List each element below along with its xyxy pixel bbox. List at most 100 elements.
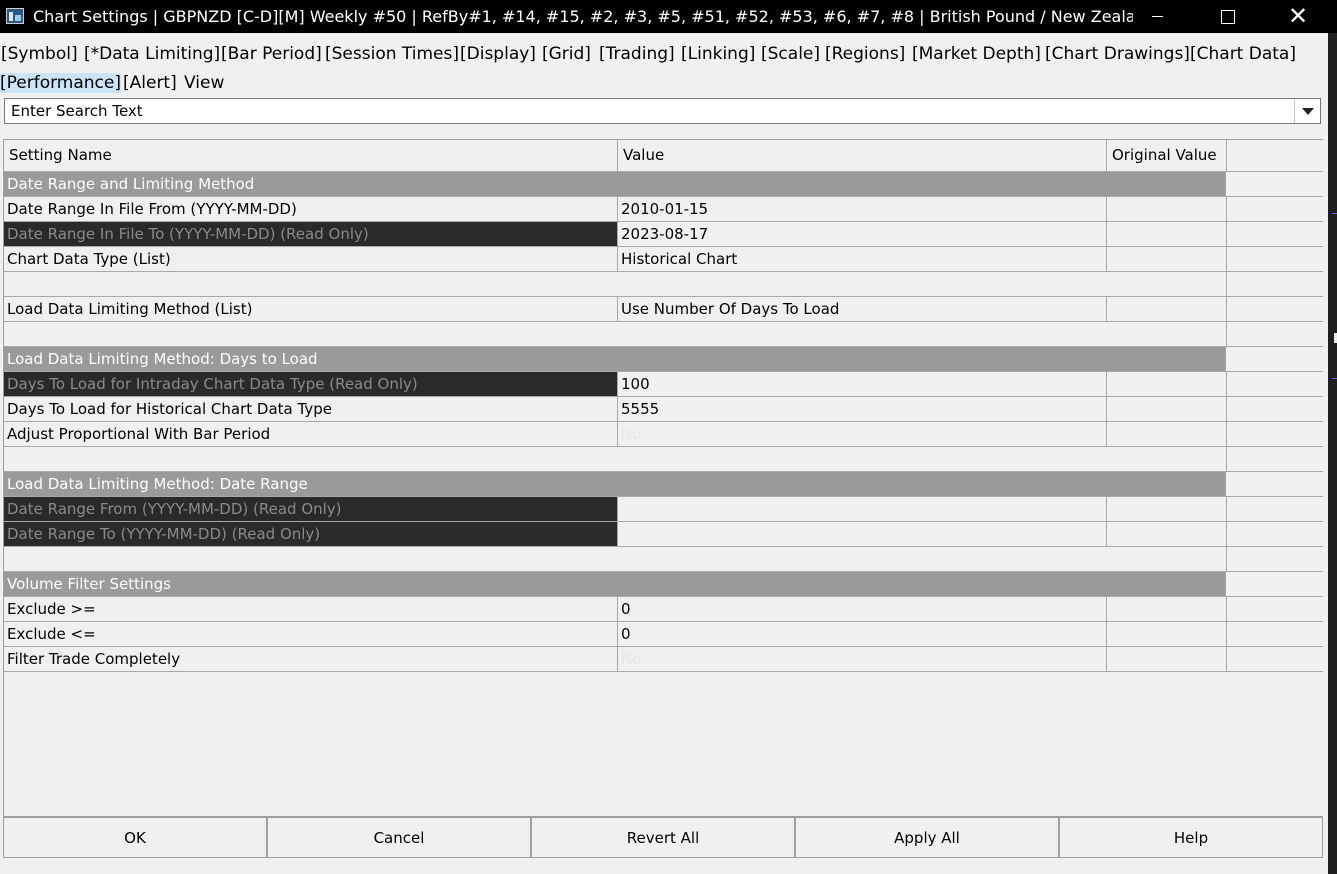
settings-tab-bar: [Symbol] [*Data Limiting] [Bar Period] [… — [0, 40, 1337, 100]
empty-cell — [618, 322, 1107, 346]
maximize-icon — [1221, 10, 1235, 24]
extra-cell — [1227, 297, 1323, 321]
empty-cell — [1227, 272, 1323, 296]
setting-row: Chart Data Type (List) Historical Chart — [4, 247, 1323, 272]
tab-data-limiting[interactable]: [*Data Limiting] — [84, 44, 220, 64]
search-dropdown-button[interactable] — [1294, 99, 1320, 123]
extra-cell — [1227, 347, 1323, 371]
blank-row — [4, 272, 1323, 297]
setting-name[interactable]: Chart Data Type (List) — [4, 247, 618, 271]
tab-display[interactable]: [Display] — [460, 44, 536, 64]
setting-value[interactable]: No — [618, 647, 1107, 671]
setting-row: Filter Trade Completely No — [4, 647, 1323, 672]
section-title[interactable]: Volume Filter Settings — [4, 572, 1226, 596]
background-window-edge — [1328, 33, 1337, 874]
setting-value[interactable]: 2010-01-15 — [618, 197, 1107, 221]
tab-bar-period[interactable]: [Bar Period] — [221, 44, 322, 64]
setting-value[interactable]: 5555 — [618, 397, 1107, 421]
setting-value — [618, 497, 1107, 521]
grid-header: Setting Name Value Original Value — [4, 140, 1323, 172]
extra-cell — [1227, 522, 1323, 546]
empty-cell — [4, 272, 618, 296]
setting-value[interactable]: 0 — [618, 597, 1107, 621]
empty-cell — [1107, 322, 1227, 346]
setting-name[interactable]: Exclude <= — [4, 622, 618, 646]
tab-grid[interactable]: [Grid] — [542, 44, 591, 64]
setting-value — [618, 522, 1107, 546]
setting-value[interactable]: No — [618, 422, 1107, 446]
empty-cell — [1107, 272, 1227, 296]
setting-row: Days To Load for Historical Chart Data T… — [4, 397, 1323, 422]
help-button[interactable]: Help — [1059, 817, 1323, 858]
empty-cell — [1227, 447, 1323, 471]
original-value — [1107, 522, 1227, 546]
section-header: Load Data Limiting Method: Date Range — [4, 472, 1323, 497]
app-icon — [6, 8, 24, 24]
title-bar[interactable]: Chart Settings | GBPNZD [C-D][M] Weekly … — [0, 0, 1337, 33]
tab-scale[interactable]: [Scale] — [761, 44, 820, 64]
setting-name[interactable]: Date Range From (YYYY-MM-DD) (Read Only) — [4, 497, 618, 521]
search-input[interactable] — [5, 99, 1295, 123]
button-bar: OK Cancel Revert All Apply All Help — [3, 817, 1323, 858]
tab-regions[interactable]: [Regions] — [825, 44, 905, 64]
extra-cell — [1227, 597, 1323, 621]
section-title[interactable]: Load Data Limiting Method: Days to Load — [4, 347, 1226, 371]
tab-linking[interactable]: [Linking] — [681, 44, 755, 64]
revert-all-button[interactable]: Revert All — [531, 817, 795, 858]
tab-session-times[interactable]: [Session Times] — [325, 44, 459, 64]
setting-value[interactable]: 0 — [618, 622, 1107, 646]
section-title[interactable]: Date Range and Limiting Method — [4, 172, 1226, 196]
setting-name[interactable]: Load Data Limiting Method (List) — [4, 297, 618, 321]
setting-name[interactable]: Days To Load for Intraday Chart Data Typ… — [4, 372, 618, 396]
tab-performance[interactable]: [Performance] — [0, 73, 121, 93]
setting-row: Adjust Proportional With Bar Period No — [4, 422, 1323, 447]
setting-value[interactable]: Use Number Of Days To Load — [618, 297, 1107, 321]
empty-cell — [618, 447, 1107, 471]
header-setting-name[interactable]: Setting Name — [4, 140, 618, 171]
tab-alert[interactable]: [Alert] — [123, 73, 177, 93]
close-button[interactable]: ✕ — [1275, 0, 1321, 33]
minimize-icon — [1152, 16, 1163, 17]
extra-cell — [1227, 222, 1323, 246]
setting-name[interactable]: Date Range In File To (YYYY-MM-DD) (Read… — [4, 222, 618, 246]
header-original-value[interactable]: Original Value — [1107, 140, 1227, 171]
tab-trading[interactable]: [Trading] — [599, 44, 675, 64]
setting-value: 100 — [618, 372, 1107, 396]
setting-name[interactable]: Days To Load for Historical Chart Data T… — [4, 397, 618, 421]
blank-row — [4, 547, 1323, 572]
header-value[interactable]: Value — [618, 140, 1107, 171]
minimize-button[interactable] — [1135, 0, 1181, 33]
setting-value: 2023-08-17 — [618, 222, 1107, 246]
empty-cell — [618, 547, 1107, 571]
setting-value[interactable]: Historical Chart — [618, 247, 1107, 271]
setting-name[interactable]: Adjust Proportional With Bar Period — [4, 422, 618, 446]
empty-cell — [4, 447, 618, 471]
section-header: Load Data Limiting Method: Days to Load — [4, 347, 1323, 372]
extra-cell — [1227, 622, 1323, 646]
blank-row — [4, 447, 1323, 472]
setting-name[interactable]: Exclude >= — [4, 597, 618, 621]
setting-name[interactable]: Date Range In File From (YYYY-MM-DD) — [4, 197, 618, 221]
extra-cell — [1227, 647, 1323, 671]
tab-chart-data[interactable]: [Chart Data] — [1190, 44, 1296, 64]
tab-market-depth[interactable]: [Market Depth] — [912, 44, 1041, 64]
cancel-button[interactable]: Cancel — [267, 817, 531, 858]
setting-name[interactable]: Filter Trade Completely — [4, 647, 618, 671]
tab-symbol[interactable]: [Symbol] — [1, 44, 78, 64]
apply-all-button[interactable]: Apply All — [795, 817, 1059, 858]
maximize-button[interactable] — [1205, 0, 1251, 33]
setting-name[interactable]: Date Range To (YYYY-MM-DD) (Read Only) — [4, 522, 618, 546]
original-value — [1107, 422, 1227, 446]
tab-chart-drawings[interactable]: [Chart Drawings] — [1045, 44, 1190, 64]
dialog-client-area: [Symbol] [*Data Limiting] [Bar Period] [… — [0, 33, 1337, 874]
setting-row: Date Range To (YYYY-MM-DD) (Read Only) — [4, 522, 1323, 547]
tab-view[interactable]: View — [184, 73, 224, 93]
original-value — [1107, 497, 1227, 521]
extra-cell — [1227, 172, 1323, 196]
close-icon: ✕ — [1287, 2, 1309, 30]
ok-button[interactable]: OK — [3, 817, 267, 858]
empty-cell — [1227, 547, 1323, 571]
setting-row: Days To Load for Intraday Chart Data Typ… — [4, 372, 1323, 397]
empty-cell — [4, 322, 618, 346]
section-title[interactable]: Load Data Limiting Method: Date Range — [4, 472, 1226, 496]
